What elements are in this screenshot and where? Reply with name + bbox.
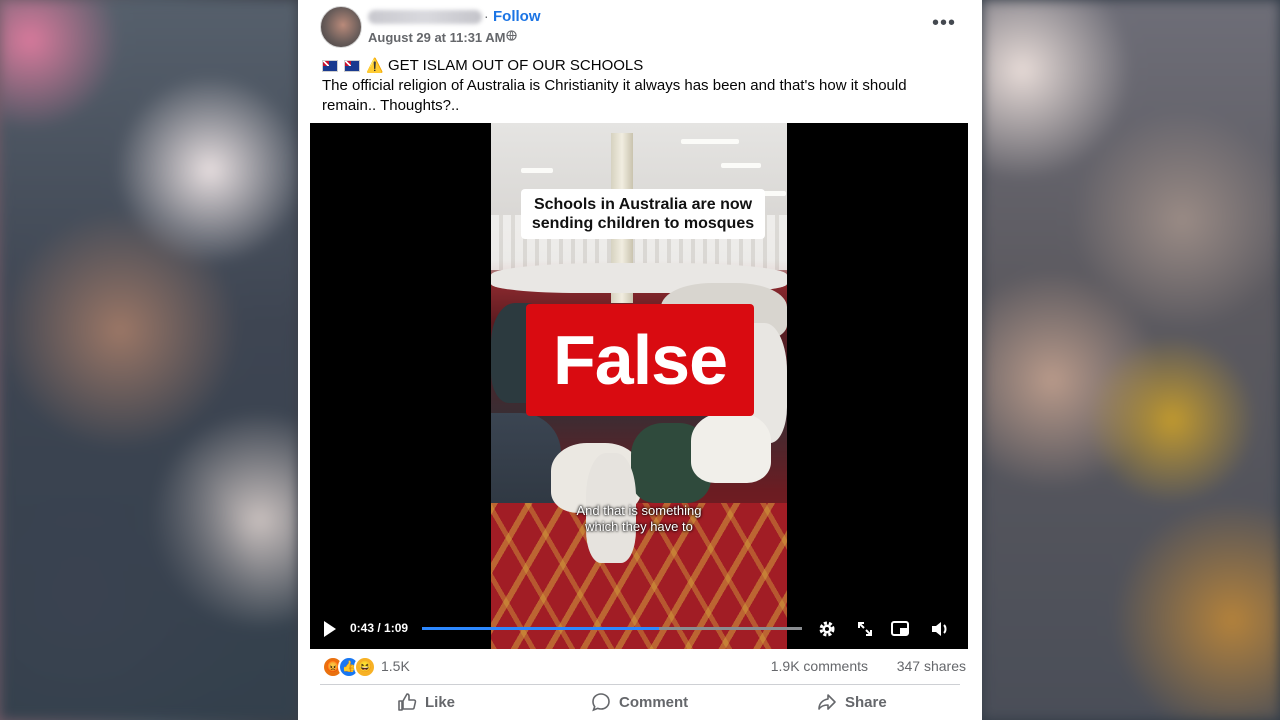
thumbs-up-icon — [398, 693, 417, 711]
post-body-line-1: The official religion of Australia is Ch… — [322, 77, 907, 94]
video-caption-line-2: sending children to mosques — [531, 215, 755, 232]
fullscreen-icon[interactable] — [855, 619, 875, 639]
video-subtitle-line-2: which they have to — [585, 519, 693, 534]
picture-in-picture-icon[interactable] — [890, 619, 910, 639]
video-player[interactable]: Schools in Australia are now sending chi… — [310, 123, 968, 649]
post-body-line-2: remain.. Thoughts?.. — [322, 97, 460, 114]
like-label: Like — [425, 694, 456, 711]
post-timestamp[interactable]: August 29 at 11:31 AM — [368, 30, 506, 45]
settings-gear-icon[interactable] — [817, 619, 837, 639]
ceiling-light — [721, 163, 761, 168]
author-name-blurred[interactable] — [368, 10, 482, 24]
author-avatar[interactable] — [320, 6, 362, 48]
globe-icon — [506, 30, 517, 41]
video-controls: 0:43 / 1:09 — [310, 611, 968, 649]
ceiling-light — [681, 139, 739, 144]
video-time: 0:43 / 1:09 — [350, 621, 409, 635]
video-progress-fill — [422, 627, 659, 630]
haha-reaction-icon[interactable]: 😆 — [354, 656, 376, 678]
post-title-text: GET ISLAM OUT OF OUR SCHOOLS — [387, 57, 644, 74]
blurred-background-left — [0, 0, 298, 720]
comment-button[interactable]: Comment — [591, 688, 701, 716]
share-arrow-icon — [818, 694, 836, 710]
like-button[interactable]: Like — [397, 688, 477, 716]
australia-flag-icon — [344, 60, 361, 73]
video-caption: Schools in Australia are now sending chi… — [521, 189, 765, 239]
post-actions: Like Comment Share — [320, 688, 960, 716]
facebook-post-card: · Follow August 29 at 11:31 AM ••• ⚠️ GE… — [298, 0, 982, 720]
reaction-count[interactable]: 1.5K — [381, 658, 410, 674]
comment-bubble-icon — [592, 693, 610, 712]
worshipper — [691, 413, 771, 483]
engagement-bar: 😡 👍 😆 1.5K 1.9K comments 347 shares — [322, 656, 966, 678]
comment-label: Comment — [619, 694, 689, 711]
video-subtitle-line-1: And that is something — [576, 503, 702, 518]
action-divider — [320, 684, 960, 685]
blurred-background-right — [982, 0, 1280, 720]
false-rating-badge: False — [526, 304, 754, 416]
post-header: · Follow August 29 at 11:31 AM ••• — [320, 6, 960, 50]
header-dot-separator: · — [484, 8, 489, 24]
volume-icon[interactable] — [930, 619, 950, 639]
play-icon[interactable] — [324, 621, 336, 637]
share-button[interactable]: Share — [817, 688, 907, 716]
comments-count[interactable]: 1.9K comments — [771, 658, 868, 674]
post-title-line: ⚠️ GET ISLAM OUT OF OUR SCHOOLS — [322, 55, 952, 76]
shares-count[interactable]: 347 shares — [897, 658, 966, 674]
australia-flag-icon — [322, 60, 338, 73]
warning-icon: ⚠️ — [366, 57, 384, 73]
video-caption-line-1: Schools in Australia are now — [533, 196, 753, 213]
post-text: ⚠️ GET ISLAM OUT OF OUR SCHOOLS The offi… — [322, 55, 952, 116]
more-options-icon[interactable]: ••• — [932, 13, 956, 33]
video-progress-bar[interactable] — [422, 627, 802, 630]
ceiling-light — [521, 168, 553, 173]
video-subtitle: And that is something which they have to — [521, 503, 757, 535]
share-label: Share — [845, 694, 887, 711]
follow-button[interactable]: Follow — [493, 8, 541, 25]
